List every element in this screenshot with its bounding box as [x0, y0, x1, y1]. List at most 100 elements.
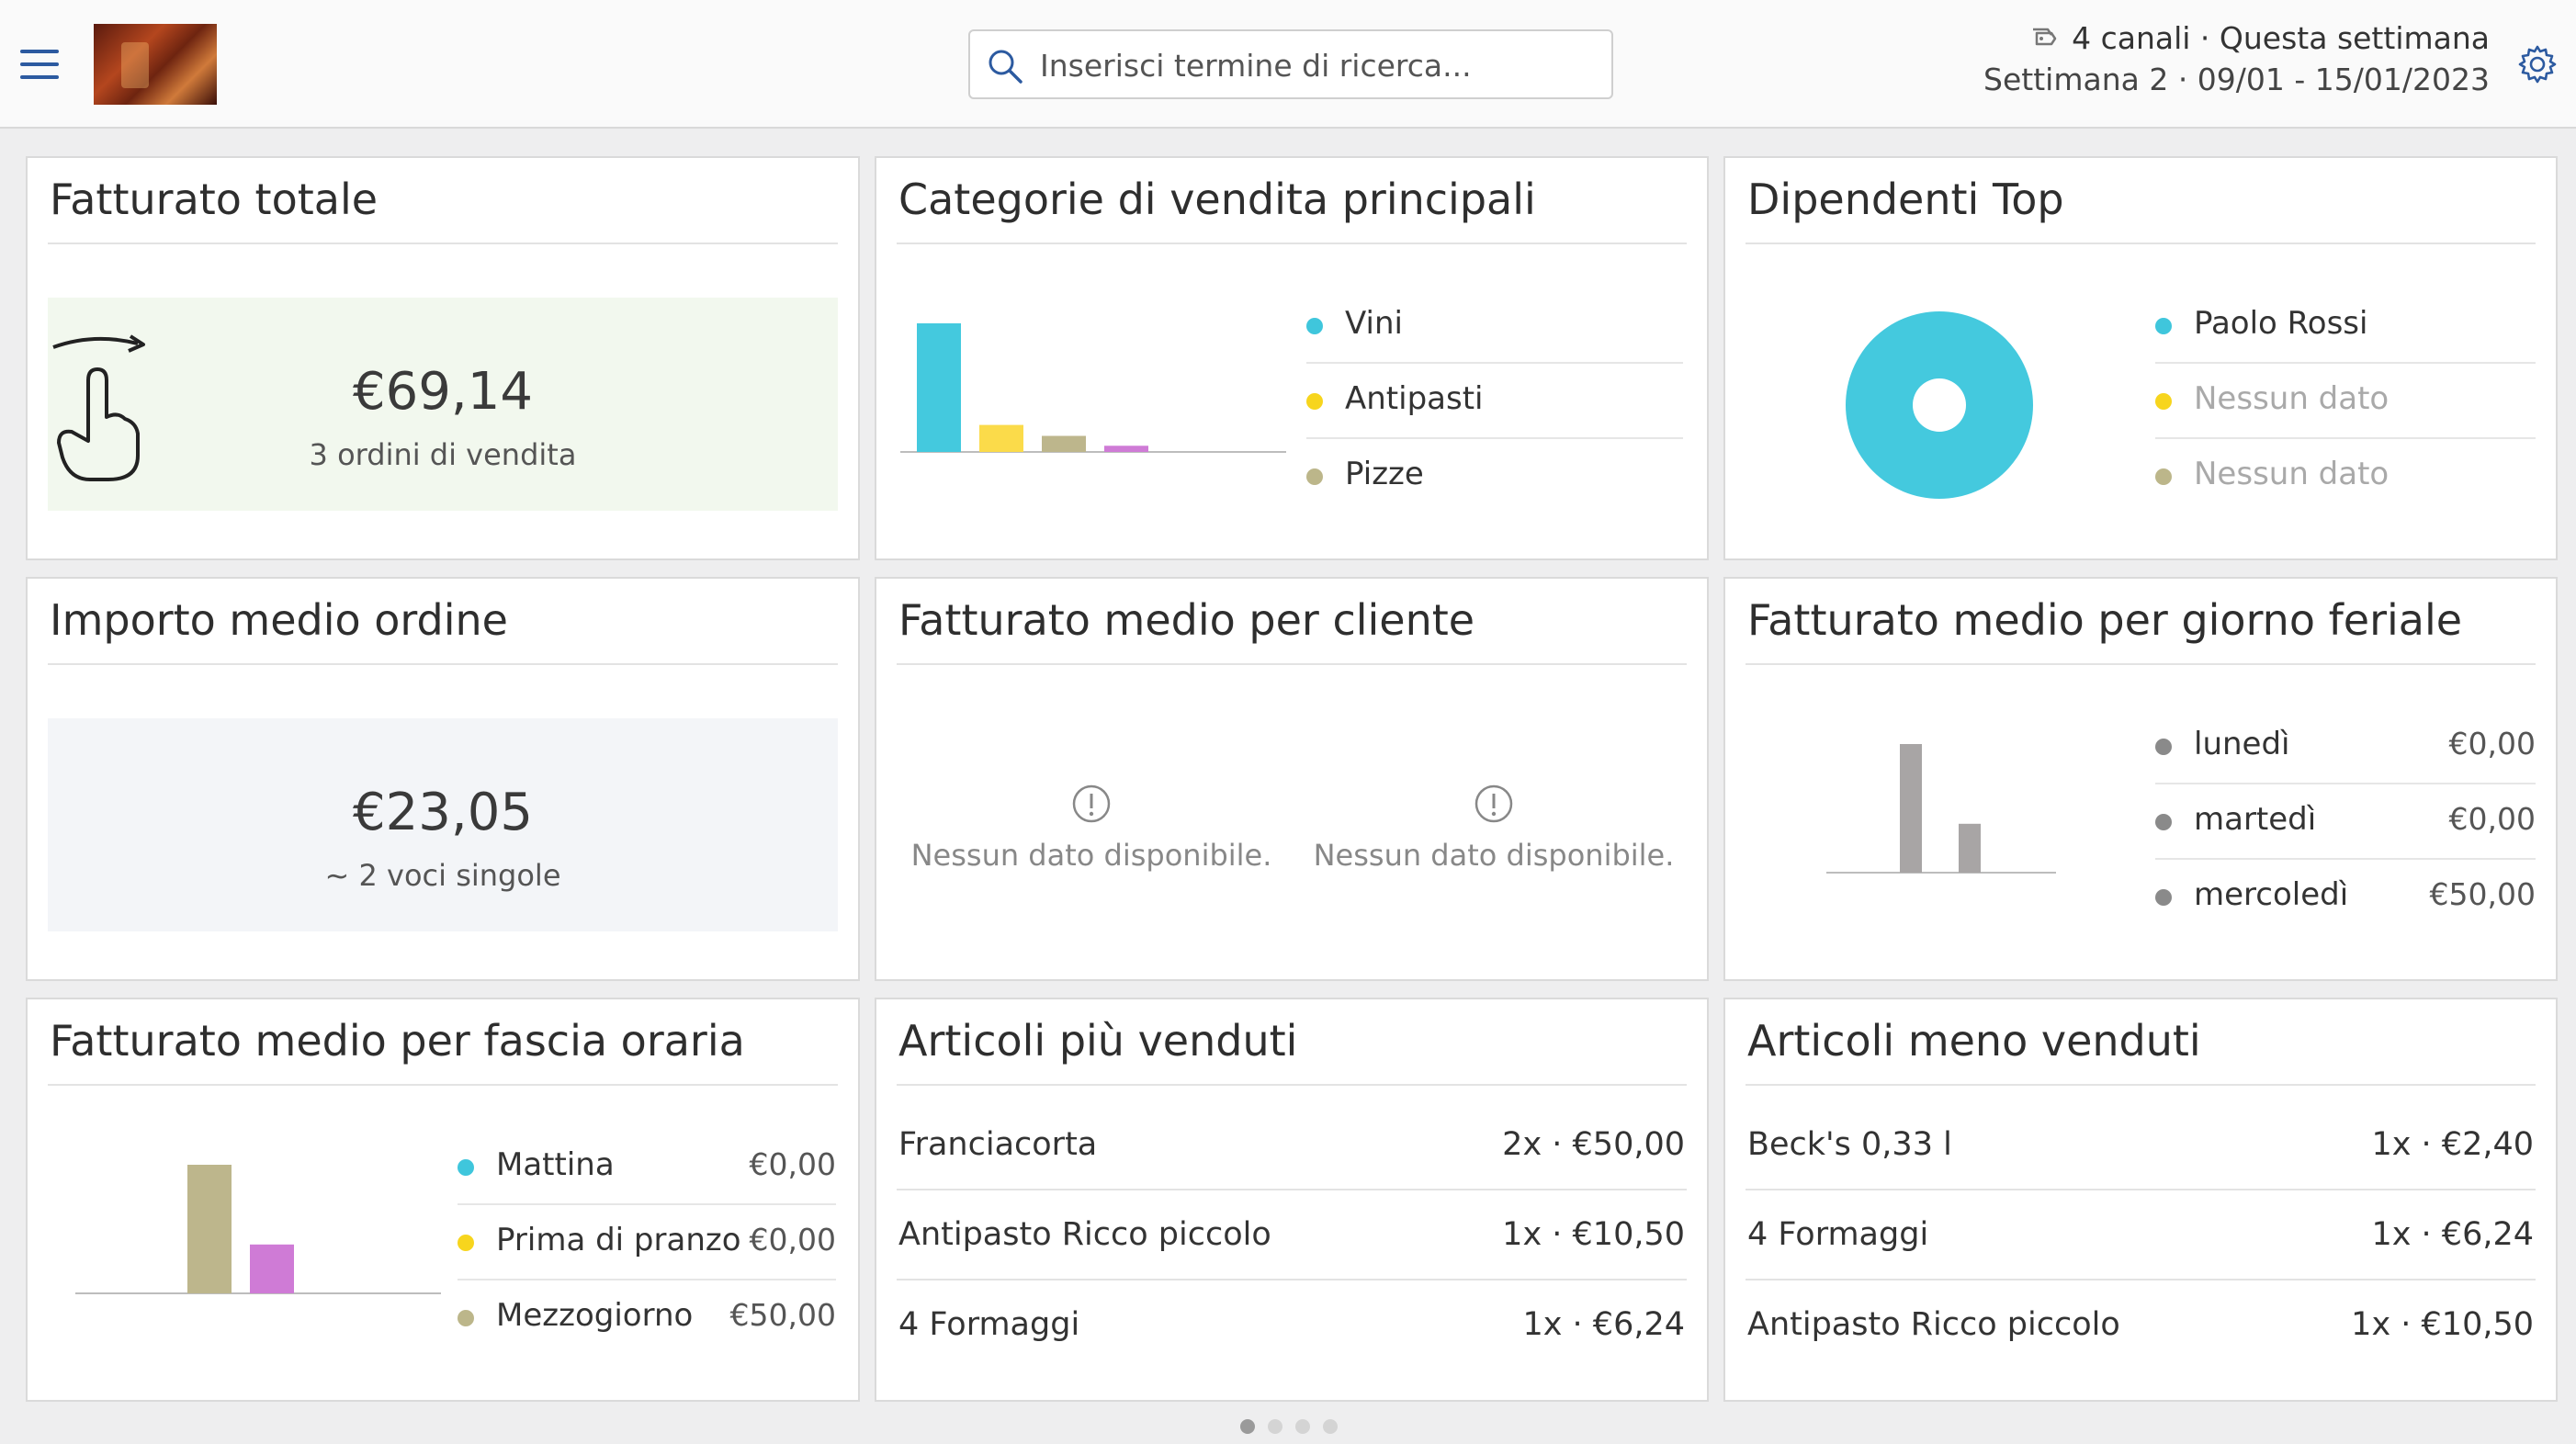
- channels-icon: [2033, 28, 2057, 45]
- restaurant-logo[interactable]: [94, 24, 217, 105]
- legend-value: €50,00: [2429, 876, 2536, 912]
- item-name: Antipasto Ricco piccolo: [1747, 1306, 2120, 1343]
- card-total-revenue[interactable]: Fatturato totale €69,14 3 ordini di vend…: [26, 156, 860, 560]
- worst-sellers-list: Beck's 0,33 l 1x · €2,40 4 Formaggi 1x · €…: [1746, 1100, 2536, 1371]
- timeslot-legend: Mattina €0,00 Prima di pranzo €0,00 Mezzog…: [458, 1130, 836, 1356]
- channels-label: 4 canali · Questa settimana: [2072, 20, 2490, 56]
- chart-bar[interactable]: [979, 424, 1023, 452]
- card-top-categories[interactable]: Categorie di vendita principali Vini Ant…: [875, 156, 1709, 560]
- divider: [897, 243, 1687, 244]
- page-indicator[interactable]: [1240, 1419, 1338, 1434]
- card-title: Articoli meno venduti: [1747, 1016, 2201, 1066]
- empty-state: Nessun dato disponibile.: [1310, 784, 1678, 873]
- avg-order-items: ~ 2 voci singole: [324, 858, 561, 893]
- legend-item: Paolo Rossi: [2155, 288, 2536, 364]
- list-item[interactable]: 4 Formaggi 1x · €6,24: [1746, 1190, 2536, 1280]
- card-best-sellers[interactable]: Articoli più venduti Franciacorta 2x · €5…: [875, 998, 1709, 1402]
- chart-bar[interactable]: [1959, 823, 1981, 873]
- legend-label: lunedì: [2194, 726, 2290, 762]
- list-item[interactable]: 4 Formaggi 1x · €6,24: [897, 1280, 1687, 1371]
- categories-legend: Vini Antipasti Pizze: [1306, 288, 1683, 514]
- card-avg-timeslot[interactable]: Fatturato medio per fascia oraria Mattin…: [26, 998, 860, 1402]
- item-qty: 1x · €6,24: [2371, 1216, 2534, 1253]
- search-input[interactable]: [1040, 39, 1591, 92]
- page-dot[interactable]: [1323, 1419, 1338, 1434]
- empty-text: Nessun dato disponibile.: [910, 838, 1272, 873]
- timeslot-bar-chart: [75, 1165, 441, 1294]
- chart-bar[interactable]: [250, 1244, 294, 1293]
- card-top-employees[interactable]: Dipendenti Top Paolo Rossi Nessun dato N…: [1723, 156, 2558, 560]
- top-bar: 4 canali · Questa settimana Settimana 2 …: [0, 0, 2576, 129]
- card-avg-weekday[interactable]: Fatturato medio per giorno feriale luned…: [1723, 577, 2558, 981]
- item-qty: 2x · €50,00: [1502, 1126, 1685, 1163]
- list-item[interactable]: Antipasto Ricco piccolo 1x · €10,50: [1746, 1280, 2536, 1371]
- card-title: Categorie di vendita principali: [898, 175, 1536, 224]
- chart-bar[interactable]: [1900, 744, 1922, 873]
- best-sellers-list: Franciacorta 2x · €50,00 Antipasto Ricco …: [897, 1100, 1687, 1371]
- legend-label: Mezzogiorno: [496, 1297, 694, 1334]
- divider: [1746, 243, 2536, 244]
- page-dot[interactable]: [1240, 1419, 1255, 1434]
- legend-item: Prima di pranzo €0,00: [458, 1205, 836, 1280]
- divider: [48, 663, 838, 665]
- legend-label: Paolo Rossi: [2194, 305, 2368, 342]
- kpi-panel: €23,05 ~ 2 voci singole: [48, 718, 838, 931]
- legend-value: €0,00: [2448, 726, 2536, 761]
- legend-label: Vini: [1345, 305, 1403, 342]
- card-avg-customer[interactable]: Fatturato medio per cliente Nessun dato …: [875, 577, 1709, 981]
- legend-dot: [2155, 318, 2172, 334]
- legend-label: Nessun dato: [2194, 456, 2390, 492]
- legend-value: €50,00: [729, 1297, 836, 1333]
- chart-bar[interactable]: [1104, 446, 1148, 452]
- avg-order-value: €23,05: [353, 783, 533, 842]
- item-name: Beck's 0,33 l: [1747, 1126, 1952, 1163]
- empty-text: Nessun dato disponibile.: [1313, 838, 1675, 873]
- legend-dot: [458, 1310, 474, 1326]
- divider: [1746, 1084, 2536, 1086]
- card-title: Importo medio ordine: [50, 595, 508, 645]
- legend-label: martedì: [2194, 801, 2317, 838]
- divider: [48, 243, 838, 244]
- item-qty: 1x · €10,50: [2351, 1306, 2534, 1343]
- legend-item: Nessun dato: [2155, 439, 2536, 514]
- employees-donut-chart: [1846, 311, 2033, 499]
- item-qty: 1x · €2,40: [2371, 1126, 2534, 1163]
- period-selector[interactable]: 4 canali · Questa settimana Settimana 2 …: [1983, 20, 2490, 97]
- legend-item: martedì €0,00: [2155, 784, 2536, 860]
- legend-dot: [2155, 739, 2172, 755]
- hamburger-menu-icon[interactable]: [20, 50, 59, 79]
- card-title: Dipendenti Top: [1747, 175, 2064, 224]
- list-item[interactable]: Beck's 0,33 l 1x · €2,40: [1746, 1100, 2536, 1190]
- item-name: 4 Formaggi: [1747, 1216, 1929, 1253]
- empty-state: Nessun dato disponibile.: [908, 784, 1275, 873]
- legend-value: €0,00: [749, 1146, 836, 1182]
- card-title: Fatturato totale: [50, 175, 378, 224]
- chart-bar[interactable]: [1042, 435, 1086, 452]
- page-dot[interactable]: [1295, 1419, 1310, 1434]
- legend-dot: [2155, 468, 2172, 485]
- gear-icon[interactable]: [2517, 44, 2558, 85]
- card-avg-order[interactable]: Importo medio ordine €23,05 ~ 2 voci sin…: [26, 577, 860, 981]
- legend-item: Antipasti: [1306, 364, 1683, 439]
- search-box[interactable]: [968, 29, 1613, 99]
- legend-label: Nessun dato: [2194, 380, 2390, 417]
- warning-icon: [1072, 784, 1111, 823]
- kpi-panel: €69,14 3 ordini di vendita: [48, 298, 838, 511]
- chart-bar[interactable]: [187, 1165, 232, 1293]
- item-qty: 1x · €6,24: [1522, 1306, 1685, 1343]
- legend-label: Antipasti: [1345, 380, 1484, 417]
- search-icon: [989, 50, 1022, 84]
- legend-item: lunedì €0,00: [2155, 709, 2536, 784]
- page-dot[interactable]: [1268, 1419, 1282, 1434]
- list-item[interactable]: Antipasto Ricco piccolo 1x · €10,50: [897, 1190, 1687, 1280]
- list-item[interactable]: Franciacorta 2x · €50,00: [897, 1100, 1687, 1190]
- legend-dot: [2155, 889, 2172, 906]
- total-revenue-value: €69,14: [353, 362, 533, 422]
- donut-slice[interactable]: [1846, 311, 2033, 499]
- item-name: Franciacorta: [898, 1126, 1098, 1163]
- card-worst-sellers[interactable]: Articoli meno venduti Beck's 0,33 l 1x · …: [1723, 998, 2558, 1402]
- item-name: 4 Formaggi: [898, 1306, 1080, 1343]
- chart-bar[interactable]: [917, 323, 961, 452]
- legend-dot: [458, 1235, 474, 1251]
- weekday-legend: lunedì €0,00 martedì €0,00 mercoledì €50,00: [2155, 709, 2536, 935]
